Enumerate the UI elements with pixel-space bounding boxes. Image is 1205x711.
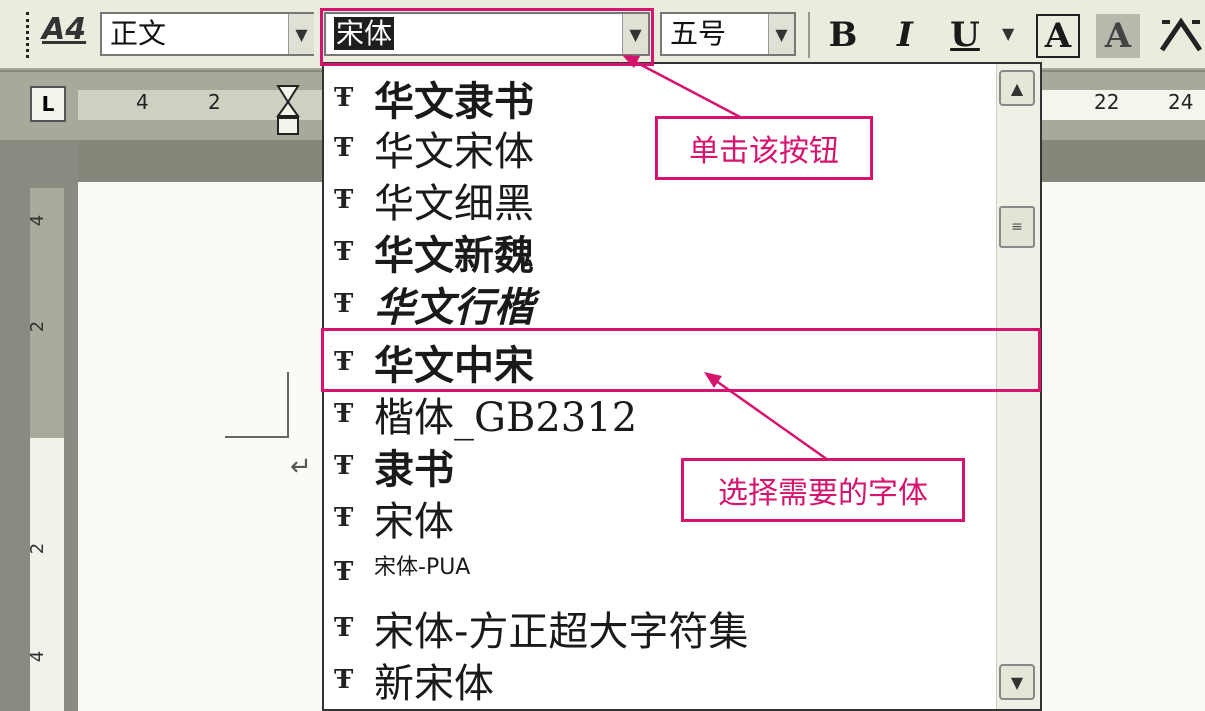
chevron-up-icon: ▲ bbox=[1010, 78, 1024, 98]
font-option-label: 华文行楷 bbox=[374, 284, 534, 331]
bold-button[interactable]: B bbox=[818, 10, 868, 60]
truetype-icon: Ŧ bbox=[334, 185, 354, 215]
grip-lines-icon: ≡ bbox=[1011, 219, 1023, 235]
scroll-up-button[interactable]: ▲ bbox=[999, 70, 1035, 106]
style-combo[interactable]: 正文 bbox=[100, 12, 314, 56]
underline-dropdown-icon[interactable]: ▼ bbox=[1002, 24, 1014, 43]
toolbar-separator bbox=[808, 12, 810, 58]
scroll-down-button[interactable]: ▼ bbox=[999, 664, 1035, 700]
highlight-selected-font bbox=[321, 328, 1041, 392]
character-border-button[interactable]: A bbox=[1036, 14, 1080, 58]
ruler-number: 22 bbox=[1094, 90, 1120, 114]
ruler-number: 4 bbox=[136, 90, 149, 114]
truetype-icon: Ŧ bbox=[334, 289, 354, 319]
font-option[interactable]: Ŧ 华文行楷 bbox=[334, 278, 534, 331]
font-option[interactable]: Ŧ 宋体-PUA bbox=[334, 546, 470, 598]
chevron-down-icon: ▼ bbox=[1010, 672, 1024, 692]
font-size-dropdown-button[interactable]: ▼ bbox=[768, 14, 794, 54]
truetype-icon: Ŧ bbox=[334, 665, 354, 695]
chevron-down-icon: ▼ bbox=[775, 24, 788, 44]
indent-marker-icon[interactable] bbox=[276, 84, 300, 136]
scroll-thumb[interactable]: ≡ bbox=[999, 206, 1035, 248]
font-option-label: 华文新魏 bbox=[374, 232, 534, 279]
highlight-font-combo bbox=[320, 8, 654, 66]
style-dropdown-button[interactable]: ▼ bbox=[288, 14, 314, 54]
truetype-icon: Ŧ bbox=[334, 503, 354, 533]
font-option-label: 楷体_GB2312 bbox=[374, 395, 638, 441]
tab-selector[interactable]: L bbox=[30, 86, 66, 122]
chevron-down-icon: ▼ bbox=[295, 24, 308, 44]
truetype-icon: Ŧ bbox=[334, 237, 354, 267]
truetype-icon: Ŧ bbox=[334, 83, 354, 113]
truetype-icon: Ŧ bbox=[334, 133, 354, 163]
font-option[interactable]: Ŧ 宋体 bbox=[334, 492, 454, 545]
style-combo-value: 正文 bbox=[110, 17, 167, 50]
vruler-number: 2 bbox=[27, 320, 49, 333]
truetype-icon: Ŧ bbox=[334, 613, 354, 643]
font-option[interactable]: Ŧ 新宋体 bbox=[334, 654, 494, 707]
vruler-number: 4 bbox=[27, 214, 49, 227]
underline-button[interactable]: U bbox=[940, 10, 990, 60]
font-option-label: 宋体-PUA bbox=[374, 555, 471, 580]
font-option-label: 新宋体 bbox=[374, 661, 494, 707]
font-option-label: 华文宋体 bbox=[374, 129, 534, 175]
character-scaling-icon[interactable] bbox=[1158, 10, 1204, 58]
character-shading-button[interactable]: A bbox=[1096, 14, 1140, 58]
italic-button[interactable]: I bbox=[880, 10, 930, 60]
truetype-icon: Ŧ bbox=[334, 399, 354, 429]
font-option[interactable]: Ŧ 隶书 bbox=[334, 440, 454, 493]
paragraph-mark-icon: ↵ bbox=[290, 452, 312, 482]
font-option[interactable]: Ŧ 华文新魏 bbox=[334, 226, 534, 279]
margin-corner-mark bbox=[225, 436, 289, 438]
font-option[interactable]: Ŧ 华文细黑 bbox=[334, 174, 534, 227]
font-option[interactable]: Ŧ 宋体-方正超大字符集 bbox=[334, 602, 749, 655]
font-option[interactable]: Ŧ 楷体_GB2312 bbox=[334, 388, 638, 441]
callout-choose-font: 选择需要的字体 bbox=[681, 458, 965, 522]
vruler-number: 4 bbox=[27, 650, 49, 663]
font-option-label: 隶书 bbox=[374, 446, 454, 493]
font-option-label: 宋体-方正超大字符集 bbox=[374, 609, 749, 655]
font-option-label: 宋体 bbox=[374, 499, 454, 545]
truetype-icon: Ŧ bbox=[334, 557, 354, 587]
callout-click-button: 单击该按钮 bbox=[655, 116, 873, 180]
styles-and-formatting-icon[interactable]: A4 bbox=[42, 12, 94, 58]
vruler-number: 2 bbox=[27, 542, 49, 555]
truetype-icon: Ŧ bbox=[334, 451, 354, 481]
font-option[interactable]: Ŧ 华文宋体 bbox=[334, 122, 534, 175]
toolbar-grip[interactable] bbox=[26, 12, 34, 58]
ruler-number: 24 bbox=[1168, 90, 1194, 114]
font-option[interactable]: Ŧ 华文隶书 bbox=[334, 72, 534, 125]
margin-corner-mark bbox=[287, 372, 289, 438]
font-option-label: 华文细黑 bbox=[374, 181, 534, 227]
font-size-value: 五号 bbox=[670, 17, 727, 50]
ruler-number: 2 bbox=[208, 90, 221, 114]
